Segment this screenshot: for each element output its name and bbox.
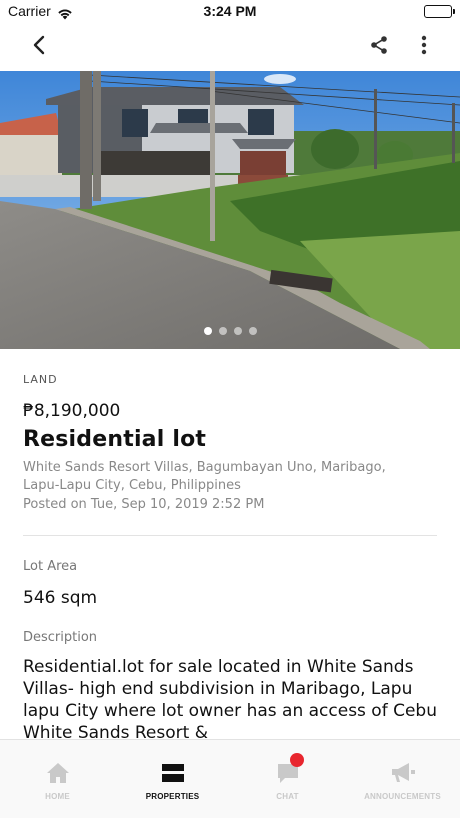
chevron-left-icon xyxy=(32,35,46,59)
listing-details[interactable]: LAND ₱8,190,000 Residential lot White Sa… xyxy=(0,349,460,739)
chat-notification-badge xyxy=(290,753,304,767)
tab-properties[interactable]: PROPERTIES xyxy=(115,740,230,818)
divider xyxy=(23,535,437,536)
carousel-dot[interactable] xyxy=(218,327,227,335)
description-text: Residential.lot for sale located in Whit… xyxy=(23,657,437,739)
status-time: 3:24 PM xyxy=(203,3,257,19)
carousel-dot[interactable] xyxy=(248,327,257,335)
share-button[interactable] xyxy=(364,32,394,62)
tab-bar: HOME PROPERTIES CHAT ANNOUNCEMENTS xyxy=(0,739,460,818)
carousel-dot[interactable] xyxy=(233,327,242,335)
home-icon xyxy=(45,760,71,786)
tab-announcements[interactable]: ANNOUNCEMENTS xyxy=(345,740,460,818)
tab-home-label: HOME xyxy=(45,792,70,801)
listing-price: ₱8,190,000 xyxy=(23,401,121,421)
tab-chat-label: CHAT xyxy=(276,792,299,801)
lot-area-label: Lot Area xyxy=(23,559,78,574)
battery-icon xyxy=(424,5,455,18)
property-photo-carousel[interactable] xyxy=(0,71,460,349)
more-vertical-icon xyxy=(421,35,427,59)
listing-title: Residential lot xyxy=(23,427,207,452)
more-options-button[interactable] xyxy=(409,32,439,62)
back-button[interactable] xyxy=(24,32,54,62)
lot-area-value: 546 sqm xyxy=(23,588,98,608)
listing-address: White Sands Resort Villas, Bagumbayan Un… xyxy=(23,460,386,493)
tab-properties-label: PROPERTIES xyxy=(145,792,200,801)
megaphone-icon xyxy=(390,760,416,786)
properties-icon xyxy=(160,760,186,786)
tab-chat[interactable]: CHAT xyxy=(230,740,345,818)
carousel-dot[interactable] xyxy=(203,327,212,335)
listing-posted-date: Posted on Tue, Sep 10, 2019 2:52 PM xyxy=(23,497,265,512)
nav-bar xyxy=(0,24,460,70)
share-icon xyxy=(370,35,388,59)
status-bar: Carrier 3:24 PM xyxy=(0,0,460,24)
tab-announcements-label: ANNOUNCEMENTS xyxy=(364,792,441,801)
tab-home[interactable]: HOME xyxy=(0,740,115,818)
listing-category: LAND xyxy=(23,373,58,386)
description-label: Description xyxy=(23,630,98,645)
property-photo xyxy=(0,71,460,349)
carousel-pagination xyxy=(0,327,460,335)
